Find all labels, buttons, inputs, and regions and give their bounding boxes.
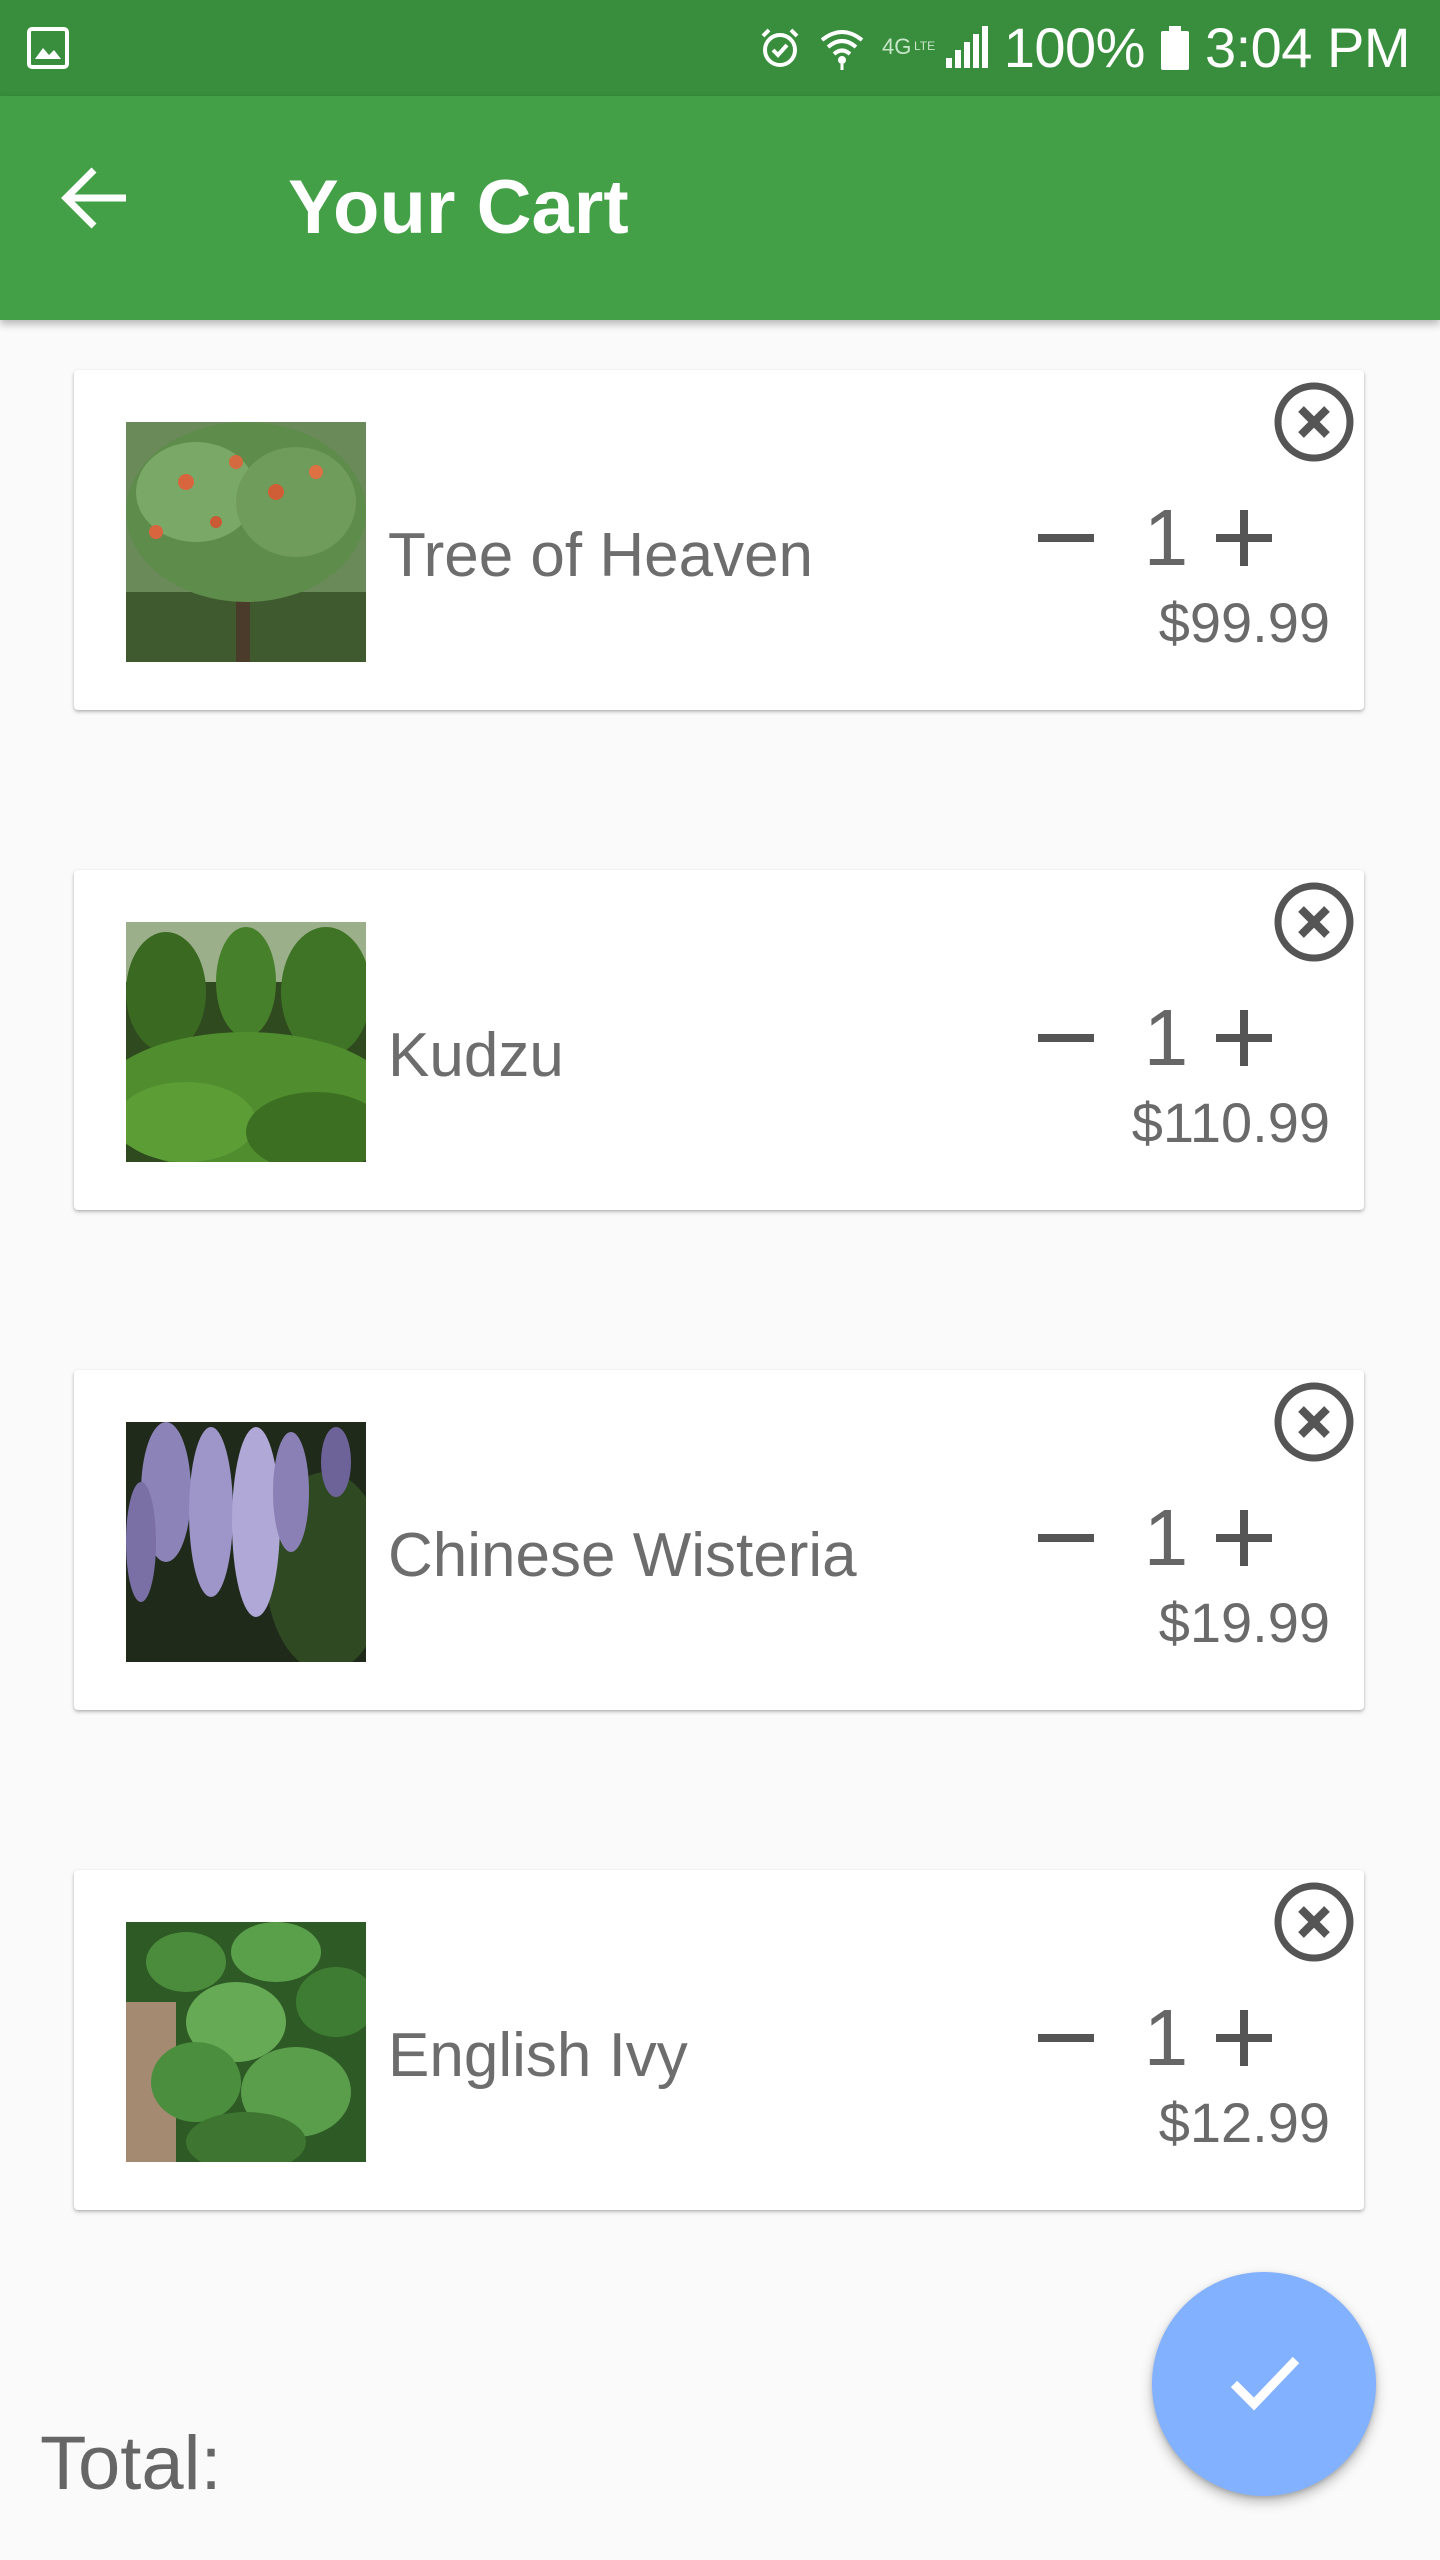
svg-text:LTE: LTE [914,39,935,53]
wifi-icon [818,24,866,72]
remove-circle-icon[interactable] [1268,876,1360,968]
minus-icon[interactable] [1016,988,1116,1088]
plus-icon[interactable] [1194,988,1294,1088]
total-label: Total: [40,2421,222,2506]
minus-icon[interactable] [1016,1488,1116,1588]
battery-percent: 100% [1003,16,1146,79]
chinese-wisteria-photo [126,1422,366,1662]
item-name: English Ivy [388,2021,688,2090]
check-icon [1222,2340,1306,2429]
page-title: Your Cart [288,165,629,250]
item-price: $110.99 [1131,1091,1330,1154]
4g-lte-icon: 4G LTE [880,24,935,72]
svg-text:4G: 4G [882,34,911,59]
plus-icon[interactable] [1194,1988,1294,2088]
app-bar: Your Cart [0,96,1440,320]
remove-circle-icon[interactable] [1268,376,1360,468]
status-icons: 4G LTE 100% 3:04 PM [756,0,1411,96]
cart-item: Tree of Heaven 1 $99.99 [74,370,1364,710]
signal-icon [942,24,990,72]
status-bar: 4G LTE 100% 3:04 PM [0,0,1440,96]
gallery-icon [26,26,70,70]
plus-icon[interactable] [1194,1488,1294,1588]
status-time: 3:04 PM [1204,16,1411,79]
tree-of-heaven-photo [126,422,366,662]
quantity-stepper: 1 [936,1488,1440,1588]
cart-item: Kudzu 1 $110.99 [74,870,1364,1210]
item-price: $99.99 [1158,591,1330,654]
quantity-stepper: 1 [936,988,1440,1088]
item-name: Kudzu [388,1021,564,1090]
battery-full-icon [1159,24,1191,72]
back-button[interactable] [42,146,150,254]
minus-icon[interactable] [1016,1988,1116,2088]
item-name: Tree of Heaven [388,521,814,590]
kudzu-photo [126,922,366,1162]
english-ivy-photo [126,1922,366,2162]
plus-icon[interactable] [1194,488,1294,588]
quantity-stepper: 1 [936,488,1440,588]
item-price: $19.99 [1158,1591,1330,1654]
item-name: Chinese Wisteria [388,1521,857,1590]
cart-item: Chinese Wisteria 1 $19.99 [74,1370,1364,1710]
quantity-stepper: 1 [936,1988,1440,2088]
minus-icon[interactable] [1016,488,1116,588]
cart-item: English Ivy 1 $12.99 [74,1870,1364,2210]
remove-circle-icon[interactable] [1268,1376,1360,1468]
checkout-fab-button[interactable] [1152,2272,1376,2496]
arrow-back-icon [60,162,132,239]
remove-circle-icon[interactable] [1268,1876,1360,1968]
item-price: $12.99 [1158,2091,1330,2154]
alarm-icon [756,24,804,72]
